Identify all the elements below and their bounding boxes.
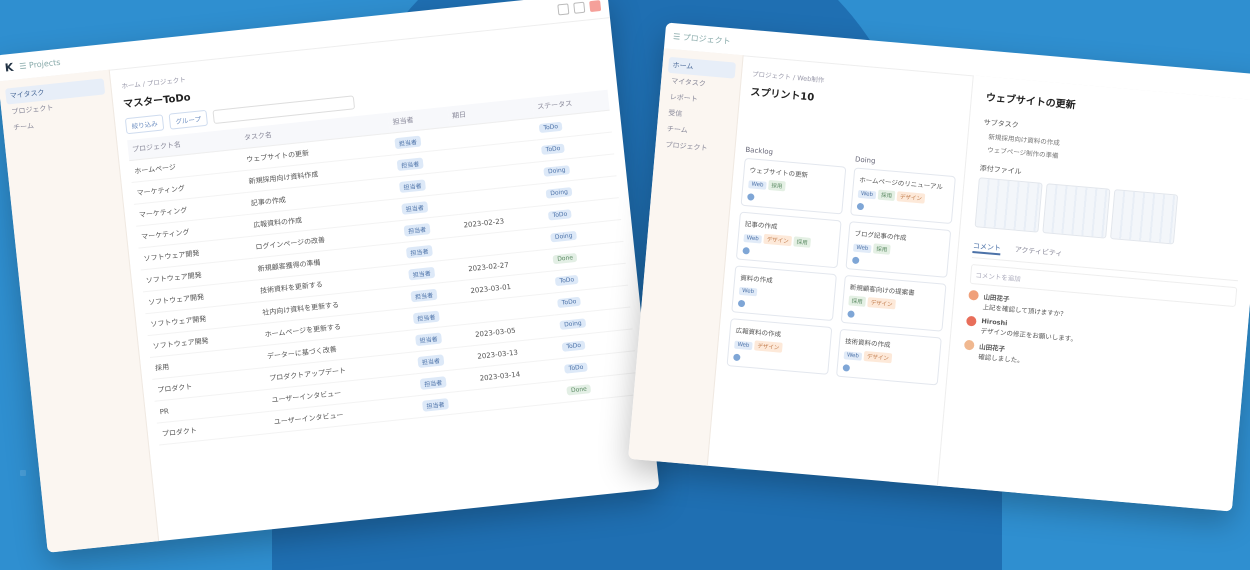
tag-chip: Web bbox=[852, 243, 872, 254]
comment-body: 山田花子 確認しました。 bbox=[978, 341, 1025, 365]
menu-icon[interactable]: ☰ bbox=[673, 32, 681, 42]
attachment-thumbnail[interactable] bbox=[974, 177, 1043, 233]
assignee-pill: 担当者 bbox=[408, 266, 436, 281]
board-column-backlog: Backlog ウェブサイトの更新 Web 採用 記事の作成 Web デザイン 採用 資料の作… bbox=[726, 146, 847, 381]
assignee-pill: 担当者 bbox=[396, 157, 424, 172]
assignee-pill: 担当者 bbox=[417, 354, 445, 369]
status-badge[interactable]: Doing bbox=[543, 165, 571, 177]
avatar bbox=[747, 192, 755, 201]
status-badge[interactable]: Doing bbox=[545, 187, 573, 199]
comment-body: 山田花子 上記を確認して頂けますか？ bbox=[982, 291, 1068, 318]
assignee-pill: 担当者 bbox=[394, 135, 422, 150]
tag-chip: 採用 bbox=[848, 295, 867, 307]
board-column-doing: Doing ホームページのリニューアル Web 採用 デザイン ブログ記事の作成 Web 採… bbox=[835, 155, 956, 391]
assignee-pill: 担当者 bbox=[421, 398, 449, 412]
assignee-pill: 担当者 bbox=[405, 244, 433, 259]
tab-comments[interactable]: コメント bbox=[972, 241, 1002, 256]
attachment-thumbnail[interactable] bbox=[1110, 189, 1179, 245]
app-title: プロジェクト bbox=[682, 32, 731, 46]
app-logo: K bbox=[4, 60, 15, 75]
assignee-pill: 担当者 bbox=[401, 201, 429, 215]
avatar bbox=[963, 339, 975, 351]
avatar bbox=[733, 353, 741, 361]
status-badge[interactable]: Doing bbox=[559, 318, 587, 330]
tab-activity[interactable]: アクティビティ bbox=[1014, 245, 1063, 261]
filter-button[interactable]: 絞り込み bbox=[124, 114, 165, 135]
status-badge[interactable]: ToDo bbox=[562, 340, 586, 352]
avatar bbox=[737, 299, 746, 307]
avatar bbox=[847, 309, 855, 318]
status-badge[interactable]: ToDo bbox=[548, 209, 572, 221]
comment-body: Hiroshi デザインの修正をお願いします。 bbox=[980, 317, 1078, 343]
assignee-pill: 担当者 bbox=[410, 288, 438, 303]
status-badge[interactable]: ToDo bbox=[539, 121, 563, 134]
avatar bbox=[851, 256, 860, 264]
status-badge[interactable]: Doing bbox=[550, 230, 577, 243]
group-button[interactable]: グループ bbox=[168, 109, 208, 130]
main-content: ホーム / プロジェクト マスターToDo 絞り込み グループ プロジェクト名タ… bbox=[110, 17, 660, 541]
assignee-pill: 担当者 bbox=[398, 179, 426, 193]
tag-chip: デザイン bbox=[896, 191, 926, 204]
assignee-pill: 担当者 bbox=[415, 332, 443, 347]
status-badge[interactable]: ToDo bbox=[557, 296, 581, 309]
task-card[interactable]: 広報資料の作成 Web デザイン bbox=[726, 318, 833, 375]
status-badge[interactable]: ToDo bbox=[555, 274, 579, 287]
status-badge[interactable]: Done bbox=[566, 384, 592, 396]
status-badge[interactable]: Done bbox=[552, 252, 578, 265]
tag-chip: 採用 bbox=[793, 236, 812, 248]
tag-chip: Web bbox=[857, 189, 877, 200]
task-card[interactable]: ブログ記事の作成 Web 採用 bbox=[845, 221, 952, 278]
avatar[interactable] bbox=[589, 0, 602, 12]
task-list-window: K ☰ Projects マイタスク プロジェクト チーム ホーム / プロジェ… bbox=[0, 0, 660, 553]
attachment-thumbnail[interactable] bbox=[1042, 183, 1111, 239]
tag-chip: Web bbox=[734, 340, 753, 351]
tag-chip: デザイン bbox=[867, 297, 896, 310]
tag-chip: 採用 bbox=[877, 189, 896, 202]
background-dot bbox=[20, 470, 26, 476]
tag-chip: Web bbox=[743, 234, 763, 244]
task-card[interactable]: ホームページのリニューアル Web 採用 デザイン bbox=[850, 167, 956, 225]
menu-icon[interactable]: ☰ bbox=[19, 61, 27, 71]
help-icon[interactable] bbox=[557, 2, 570, 15]
tag-chip: 採用 bbox=[872, 243, 891, 255]
assignee-pill: 担当者 bbox=[419, 376, 447, 390]
task-card[interactable]: 新規顧客向けの提案書 採用 デザイン bbox=[840, 274, 947, 332]
avatar bbox=[742, 246, 750, 255]
status-badge[interactable]: ToDo bbox=[541, 143, 565, 155]
board-window: ☰ プロジェクト ホーム マイタスク レポート 受信 チーム プロジェクト プロジェクト … bbox=[628, 22, 1250, 512]
avatar bbox=[965, 315, 977, 327]
tag-chip: デザイン bbox=[753, 340, 783, 353]
app-title: Projects bbox=[28, 57, 61, 70]
task-card[interactable]: ウェブサイトの更新 Web 採用 bbox=[740, 157, 847, 215]
avatar bbox=[856, 202, 865, 210]
tag-chip: Web bbox=[843, 351, 863, 361]
assignee-cell: 担当者 bbox=[417, 389, 480, 418]
tag-chip: Web bbox=[748, 180, 767, 190]
task-card[interactable]: 技術資料の作成 Web デザイン bbox=[836, 328, 942, 386]
avatar bbox=[968, 289, 980, 301]
tag-chip: デザイン bbox=[863, 350, 893, 364]
task-card[interactable]: 記事の作成 Web デザイン 採用 bbox=[735, 211, 842, 269]
tag-chip: デザイン bbox=[763, 233, 793, 247]
assignee-pill: 担当者 bbox=[412, 310, 440, 325]
tag-chip: Web bbox=[738, 286, 758, 297]
task-card[interactable]: 資料の作成 Web bbox=[731, 265, 837, 322]
bell-icon[interactable] bbox=[573, 1, 586, 14]
task-detail-panel: ウェブサイトの更新 サブタスク 新規採用向け資料の作成 ウェブページ制作の準備 … bbox=[936, 75, 1250, 512]
avatar bbox=[842, 363, 851, 372]
task-table: プロジェクト名 タスク名 担当者 期日 ステータス ホームページ ウェブサイトの更新 担当者… bbox=[127, 89, 640, 446]
tag-chip: 採用 bbox=[768, 179, 786, 192]
assignee-pill: 担当者 bbox=[403, 223, 431, 237]
status-badge[interactable]: ToDo bbox=[564, 362, 588, 374]
